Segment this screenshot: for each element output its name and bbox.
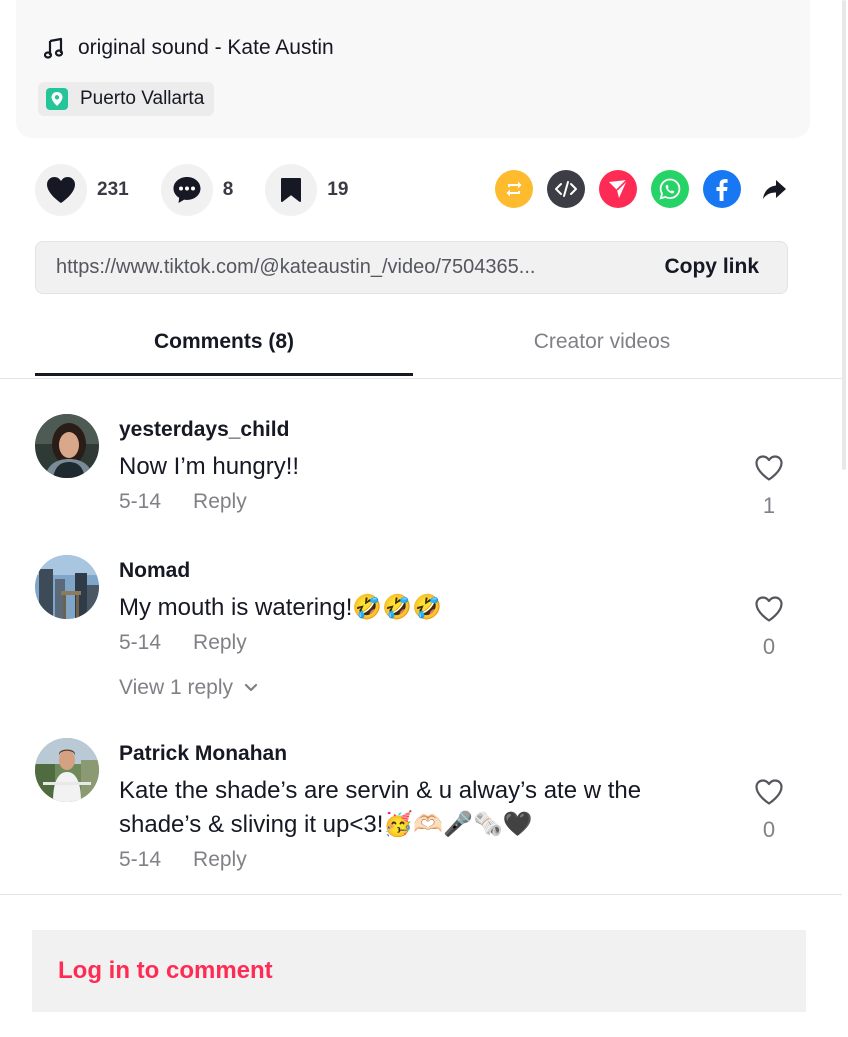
avatar[interactable] [35, 738, 99, 802]
video-link-box: https://www.tiktok.com/@kateaustin_/vide… [35, 241, 788, 294]
divider [0, 894, 842, 895]
copy-link-button[interactable]: Copy link [664, 255, 759, 279]
send-icon[interactable] [599, 170, 637, 208]
comment-date: 5-14 [119, 848, 162, 871]
comment-like[interactable]: 0 [753, 595, 785, 660]
embed-icon[interactable] [547, 170, 585, 208]
comment-username[interactable]: yesterdays_child [119, 418, 289, 442]
chevron-down-icon [244, 683, 258, 692]
avatar[interactable] [35, 555, 99, 619]
comment-text: Kate the shade’s are servin & u alway’s … [119, 777, 642, 838]
save-action[interactable]: 19 [265, 164, 348, 216]
comment-like[interactable]: 1 [753, 454, 785, 519]
heart-outline-icon [755, 596, 783, 622]
heart-outline-icon [755, 455, 783, 481]
login-to-comment-bar[interactable]: Log in to comment [32, 930, 806, 1012]
music-row[interactable]: original sound - Kate Austin [44, 36, 334, 60]
like-button[interactable] [35, 164, 87, 216]
comment-bubble-icon [173, 177, 201, 203]
tab-comments[interactable]: Comments (8) [35, 330, 413, 354]
location-pin-icon [46, 88, 68, 110]
tab-creator-videos[interactable]: Creator videos [413, 330, 791, 354]
location-label: Puerto Vallarta [80, 88, 205, 109]
heart-icon [47, 177, 75, 203]
comment-button[interactable] [160, 164, 213, 216]
comment-username[interactable]: Nomad [119, 559, 190, 583]
video-url-field[interactable]: https://www.tiktok.com/@kateaustin_/vide… [56, 256, 636, 279]
comment-like[interactable]: 0 [753, 778, 785, 843]
whatsapp-icon[interactable] [651, 170, 689, 208]
comment-meta: 5-14 Reply [119, 490, 247, 514]
scrollbar-thumb[interactable] [842, 0, 846, 470]
avatar[interactable] [35, 414, 99, 478]
comment-like-count: 1 [762, 493, 776, 518]
comment-like-count: 0 [762, 634, 776, 659]
reply-button[interactable]: Reply [193, 490, 247, 514]
comment-text: My mouth is watering!🤣🤣🤣 [119, 594, 443, 621]
bookmark-icon [281, 178, 302, 202]
reply-button[interactable]: Reply [193, 848, 247, 872]
comment-meta: 5-14 Reply [119, 631, 247, 655]
comment-date: 5-14 [119, 631, 162, 654]
save-count: 19 [327, 179, 349, 200]
share-row [495, 170, 793, 208]
comment-like-count: 0 [762, 817, 776, 842]
heart-outline-icon [755, 779, 783, 805]
music-label: original sound - Kate Austin [78, 36, 334, 59]
like-action[interactable]: 231 [35, 164, 129, 216]
comment-text: Now I’m hungry!! [119, 453, 300, 480]
view-replies-label: View 1 reply [119, 676, 234, 699]
comment-item: Nomad My mouth is watering!🤣🤣🤣 5-14 Repl… [35, 555, 795, 705]
music-note-icon [44, 37, 64, 59]
description-card [16, 0, 810, 138]
share-arrow-icon[interactable] [755, 170, 793, 208]
active-tab-indicator [35, 373, 413, 376]
location-chip[interactable]: Puerto Vallarta [38, 82, 215, 116]
facebook-icon[interactable] [703, 170, 741, 208]
comment-action[interactable]: 8 [160, 164, 234, 216]
reply-button[interactable]: Reply [193, 631, 247, 655]
repost-icon[interactable] [495, 170, 533, 208]
comment-date: 5-14 [119, 490, 162, 513]
like-count: 231 [97, 179, 129, 200]
comment-item: Patrick Monahan Kate the shade’s are ser… [35, 738, 795, 888]
save-button[interactable] [265, 164, 318, 216]
comment-count: 8 [222, 179, 234, 200]
comment-meta: 5-14 Reply [119, 848, 247, 872]
tab-bar: Comments (8) Creator videos [0, 318, 842, 379]
login-to-comment-link[interactable]: Log in to comment [58, 957, 273, 985]
comment-username[interactable]: Patrick Monahan [119, 742, 287, 766]
view-replies-button[interactable]: View 1 reply [119, 676, 259, 700]
action-row: 231 8 19 [35, 164, 380, 216]
comment-item: yesterdays_child Now I’m hungry!! 5-14 R… [35, 414, 795, 524]
